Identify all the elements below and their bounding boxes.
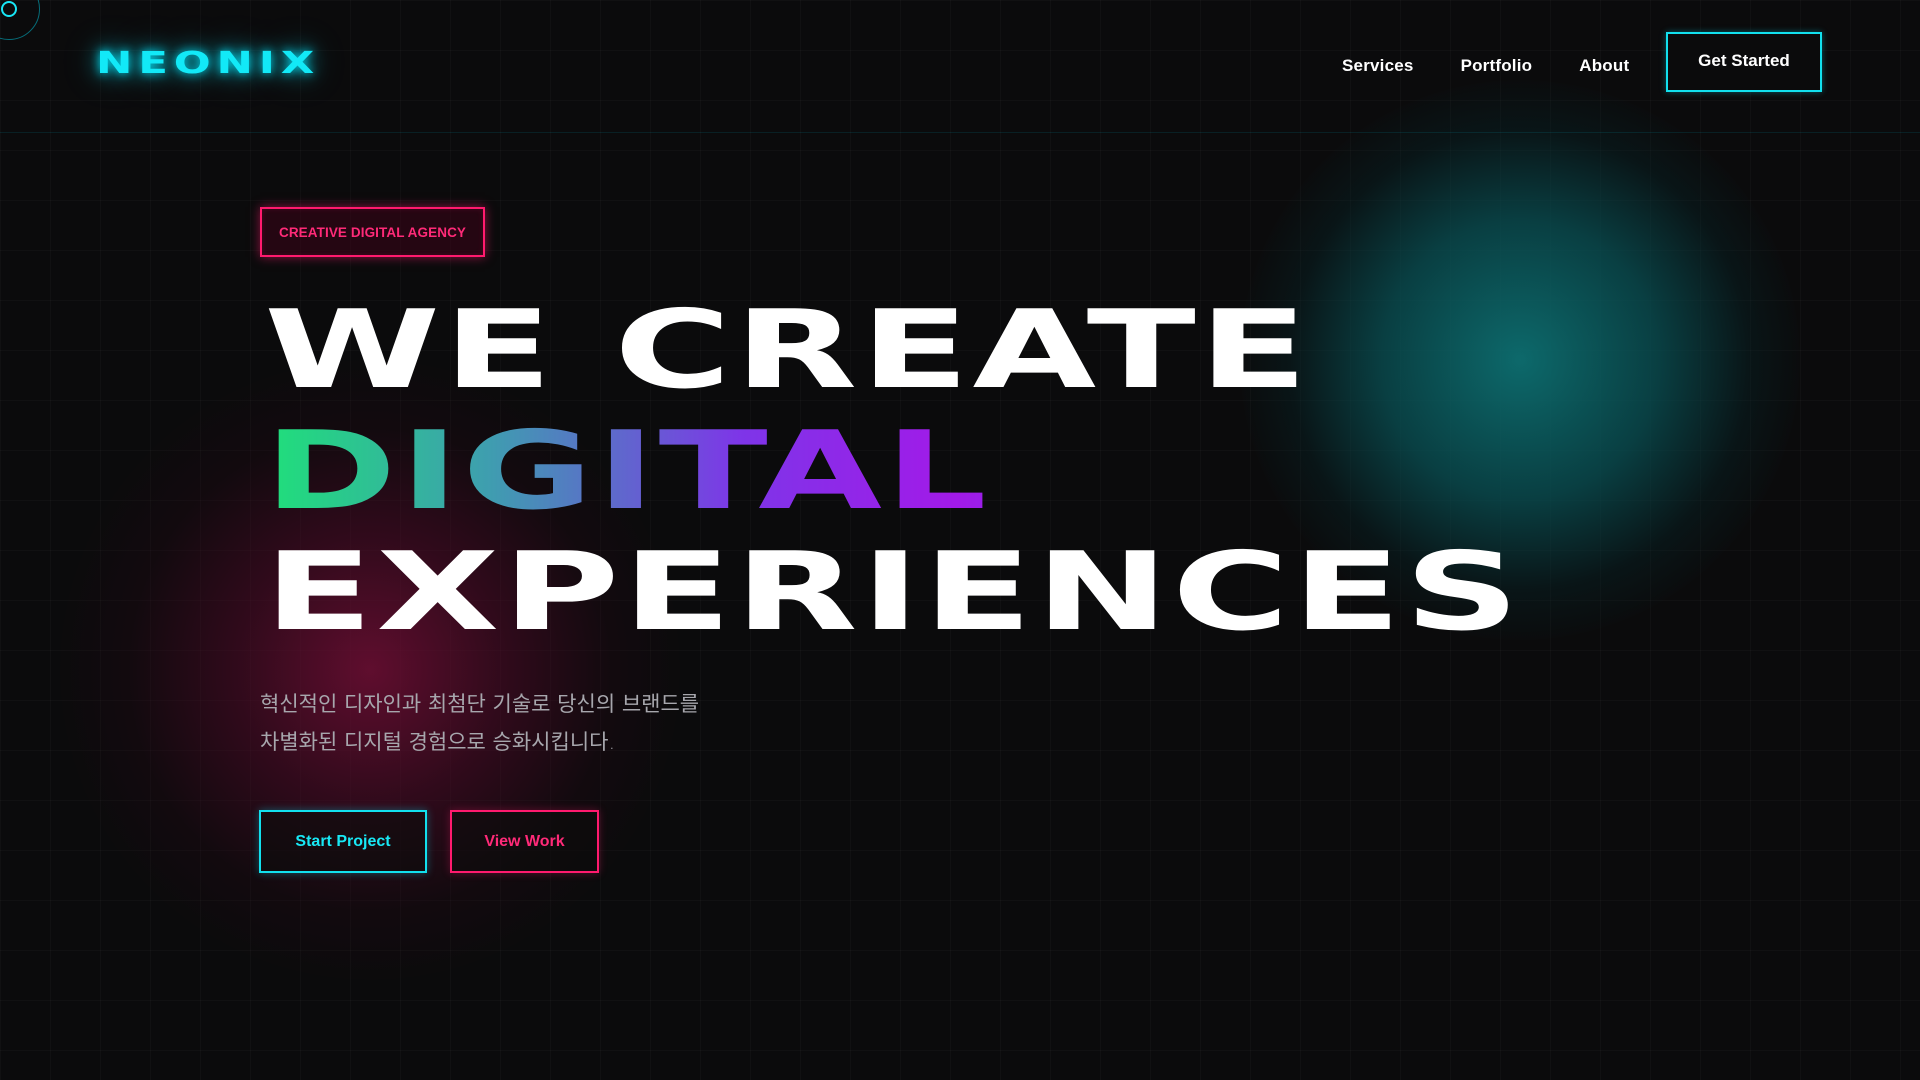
logo[interactable]: NEONIX — [96, 46, 320, 81]
headline-line-3: EXPERIENCES — [264, 530, 1523, 655]
view-work-button[interactable]: View Work — [450, 810, 599, 873]
headline-line-2-gradient: DIGITAL — [264, 411, 1522, 532]
cursor-dot — [1, 1, 17, 17]
hero-description: 혁신적인 디자인과 최첨단 기술로 당신의 브랜드를 차별화된 디지털 경험으로… — [260, 685, 699, 761]
hero-headline: WE CREATE DIGITAL EXPERIENCES — [264, 290, 1520, 653]
main-nav: Services Portfolio About — [1342, 56, 1676, 76]
description-line-2: 차별화된 디지털 경험으로 승화시킵니다. — [260, 730, 616, 754]
nav-link-services[interactable]: Services — [1342, 56, 1414, 76]
agency-tag-badge: CREATIVE DIGITAL AGENCY — [260, 207, 485, 257]
headline-line-1: WE CREATE — [264, 288, 1311, 413]
start-project-button[interactable]: Start Project — [259, 810, 427, 873]
nav-link-portfolio[interactable]: Portfolio — [1461, 56, 1533, 76]
nav-link-about[interactable]: About — [1579, 56, 1629, 76]
description-line-1: 혁신적인 디자인과 최첨단 기술로 당신의 브랜드를 — [260, 692, 700, 716]
site-header: NEONIX Services Portfolio About Get Star… — [0, 0, 1920, 133]
get-started-button[interactable]: Get Started — [1666, 32, 1822, 92]
